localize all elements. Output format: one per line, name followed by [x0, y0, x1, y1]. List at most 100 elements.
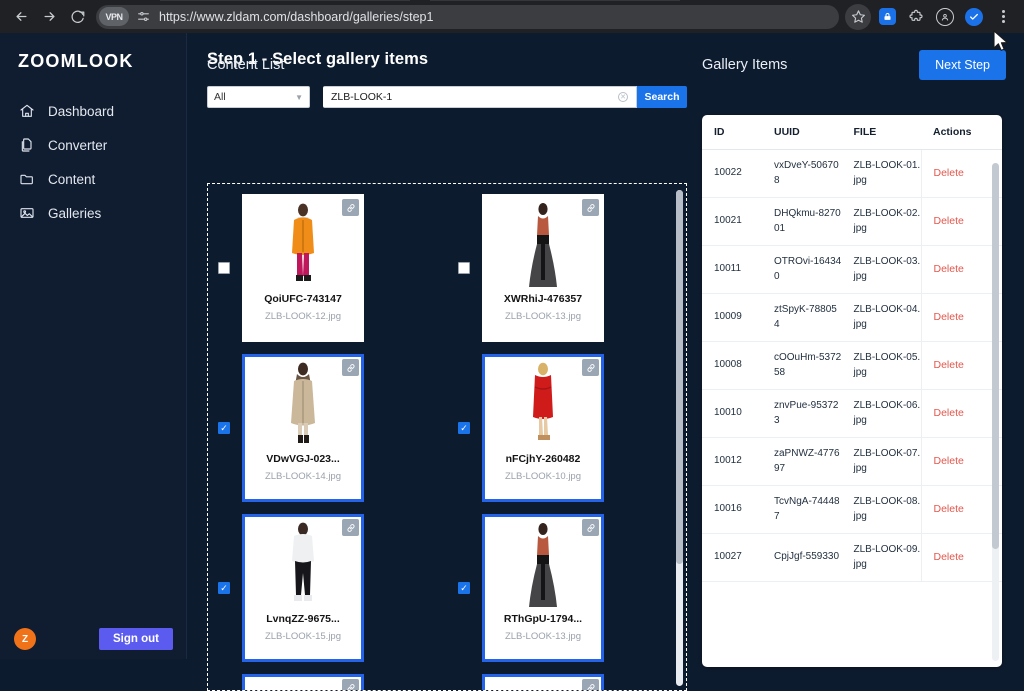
- url-text: https://www.zldam.com/dashboard/gallerie…: [159, 9, 434, 24]
- delete-button[interactable]: Delete: [934, 311, 964, 323]
- content-card[interactable]: [482, 674, 604, 690]
- card-title: QoiUFC-743147: [264, 293, 342, 305]
- content-grid-scrollbar[interactable]: [676, 190, 683, 686]
- row-id: 10016: [702, 485, 762, 534]
- forward-button[interactable]: [36, 4, 62, 30]
- site-settings-button[interactable]: [137, 10, 150, 23]
- link-icon[interactable]: [582, 199, 599, 216]
- content-card[interactable]: VDwVGJ-023... ZLB-LOOK-14.jpg: [242, 354, 364, 502]
- profile-button[interactable]: [932, 4, 958, 30]
- card-checkbox[interactable]: [458, 262, 470, 274]
- profile-icon: [936, 7, 954, 26]
- link-icon[interactable]: [342, 519, 359, 536]
- gallery-table-scrollbar-thumb[interactable]: [992, 163, 999, 549]
- avatar[interactable]: Z: [14, 628, 36, 650]
- sync-check-icon: [965, 7, 983, 26]
- table-body: 10022 vxDveY-506708 ZLB-LOOK-01.jpg Delete 1…: [702, 149, 1002, 582]
- sync-status-button[interactable]: [961, 4, 987, 30]
- search-input-value: ZLB-LOOK-1: [331, 91, 393, 103]
- row-uuid: ztSpyK-788054: [762, 293, 842, 342]
- row-actions: Delete: [920, 533, 1002, 582]
- sidebar: ZOOMLOOK Dashboard Converter Content Gal…: [0, 33, 187, 659]
- search-input[interactable]: ZLB-LOOK-1 ✕: [323, 86, 637, 108]
- link-icon[interactable]: [582, 679, 599, 690]
- content-type-select[interactable]: All ▼: [207, 86, 310, 108]
- sidebar-item-dashboard[interactable]: Dashboard: [0, 94, 186, 128]
- content-card-scroll-area[interactable]: QoiUFC-743147 ZLB-LOOK-12.jpg XWRhiJ-47635…: [208, 184, 686, 690]
- link-icon[interactable]: [582, 519, 599, 536]
- sidebar-item-converter[interactable]: Converter: [0, 128, 186, 162]
- row-id: 10012: [702, 437, 762, 486]
- table-column-header: UUID: [762, 115, 842, 150]
- table-row: 10012 zaPNWZ-477697 ZLB-LOOK-07.jpg Delete: [702, 437, 1002, 486]
- card-checkbox-checked[interactable]: [458, 582, 470, 594]
- row-uuid: OTROvi-164340: [762, 245, 842, 294]
- card-title: VDwVGJ-023...: [266, 453, 340, 465]
- content-card[interactable]: RThGpU-1794... ZLB-LOOK-13.jpg: [482, 514, 604, 662]
- content-card-row-partial: [208, 668, 686, 690]
- delete-button[interactable]: Delete: [934, 215, 964, 227]
- password-manager-button[interactable]: [874, 4, 900, 30]
- vpn-indicator[interactable]: VPN: [99, 7, 129, 26]
- content-card[interactable]: LvnqZZ-9675... ZLB-LOOK-15.jpg: [242, 514, 364, 662]
- card-checkbox-checked[interactable]: [218, 422, 230, 434]
- chrome-menu-button[interactable]: [990, 4, 1016, 30]
- sidebar-footer: Z Sign out: [0, 619, 187, 659]
- content-card[interactable]: XWRhiJ-476357 ZLB-LOOK-13.jpg: [482, 194, 604, 342]
- content-card-cell: [208, 668, 448, 690]
- content-list-heading: Content List: [207, 57, 285, 73]
- content-card[interactable]: nFCjhY-260482 ZLB-LOOK-10.jpg: [482, 354, 604, 502]
- row-uuid: TcvNgA-744487: [762, 485, 842, 534]
- card-checkbox-checked[interactable]: [458, 422, 470, 434]
- row-actions: Delete: [920, 149, 1002, 198]
- row-actions: Delete: [920, 389, 1002, 438]
- back-button[interactable]: [8, 4, 34, 30]
- sidebar-item-content[interactable]: Content: [0, 162, 186, 196]
- tab-strip-stub: [160, 0, 410, 1]
- card-checkbox-checked[interactable]: [218, 582, 230, 594]
- row-id: 10009: [702, 293, 762, 342]
- content-grid-scrollbar-thumb[interactable]: [676, 190, 683, 564]
- search-button[interactable]: Search: [637, 86, 687, 108]
- address-bar[interactable]: VPN https://www.zldam.com/dashboard/gall…: [96, 4, 839, 29]
- reload-button[interactable]: [64, 4, 90, 30]
- table-row: 10016 TcvNgA-744487 ZLB-LOOK-08.jpg Delete: [702, 485, 1002, 534]
- app-root: ZOOMLOOK Dashboard Converter Content Gal…: [0, 33, 1024, 691]
- card-checkbox[interactable]: [218, 262, 230, 274]
- content-card-grid: QoiUFC-743147 ZLB-LOOK-12.jpg XWRhiJ-47635…: [207, 183, 687, 691]
- sidebar-item-galleries[interactable]: Galleries: [0, 196, 186, 230]
- table-row: 10011 OTROvi-164340 ZLB-LOOK-03.jpg Delete: [702, 245, 1002, 294]
- delete-button[interactable]: Delete: [934, 359, 964, 371]
- extensions-button[interactable]: [903, 4, 929, 30]
- link-icon[interactable]: [342, 679, 359, 690]
- sidebar-nav: Dashboard Converter Content Galleries: [0, 94, 186, 230]
- clear-search-icon[interactable]: ✕: [618, 92, 628, 102]
- sign-out-button[interactable]: Sign out: [99, 628, 173, 650]
- delete-button[interactable]: Delete: [934, 551, 964, 563]
- link-icon[interactable]: [342, 359, 359, 376]
- row-file: ZLB-LOOK-07.jpg: [841, 437, 921, 486]
- password-manager-icon: [878, 8, 896, 25]
- content-card[interactable]: QoiUFC-743147 ZLB-LOOK-12.jpg: [242, 194, 364, 342]
- gallery-items-table: ID UUID FILE Actions 10022 vxDveY-506708 ZLB-…: [702, 115, 1002, 582]
- delete-button[interactable]: Delete: [934, 455, 964, 467]
- content-list-section: Content List All ▼ ZLB-LOOK-1 ✕ Search: [207, 33, 687, 108]
- delete-button[interactable]: Delete: [934, 407, 964, 419]
- link-icon[interactable]: [582, 359, 599, 376]
- bookmark-button[interactable]: [845, 3, 871, 30]
- link-icon[interactable]: [342, 199, 359, 216]
- card-filename: ZLB-LOOK-13.jpg: [504, 311, 582, 322]
- table-row: 10022 vxDveY-506708 ZLB-LOOK-01.jpg Delete: [702, 149, 1002, 198]
- delete-button[interactable]: Delete: [934, 263, 964, 275]
- content-card[interactable]: [242, 674, 364, 690]
- row-file: ZLB-LOOK-08.jpg: [841, 485, 921, 534]
- content-card-cell: QoiUFC-743147 ZLB-LOOK-12.jpg: [208, 188, 448, 348]
- card-title: LvnqZZ-9675...: [266, 613, 340, 625]
- delete-button[interactable]: Delete: [934, 167, 964, 179]
- row-file: ZLB-LOOK-04.jpg: [841, 293, 921, 342]
- delete-button[interactable]: Delete: [934, 503, 964, 515]
- card-filename: ZLB-LOOK-14.jpg: [264, 471, 342, 482]
- gallery-table-scrollbar[interactable]: [992, 163, 999, 661]
- content-card-row: QoiUFC-743147 ZLB-LOOK-12.jpg XWRhiJ-47635…: [208, 188, 686, 348]
- table-row: 10010 znvPue-953723 ZLB-LOOK-06.jpg Delete: [702, 389, 1002, 438]
